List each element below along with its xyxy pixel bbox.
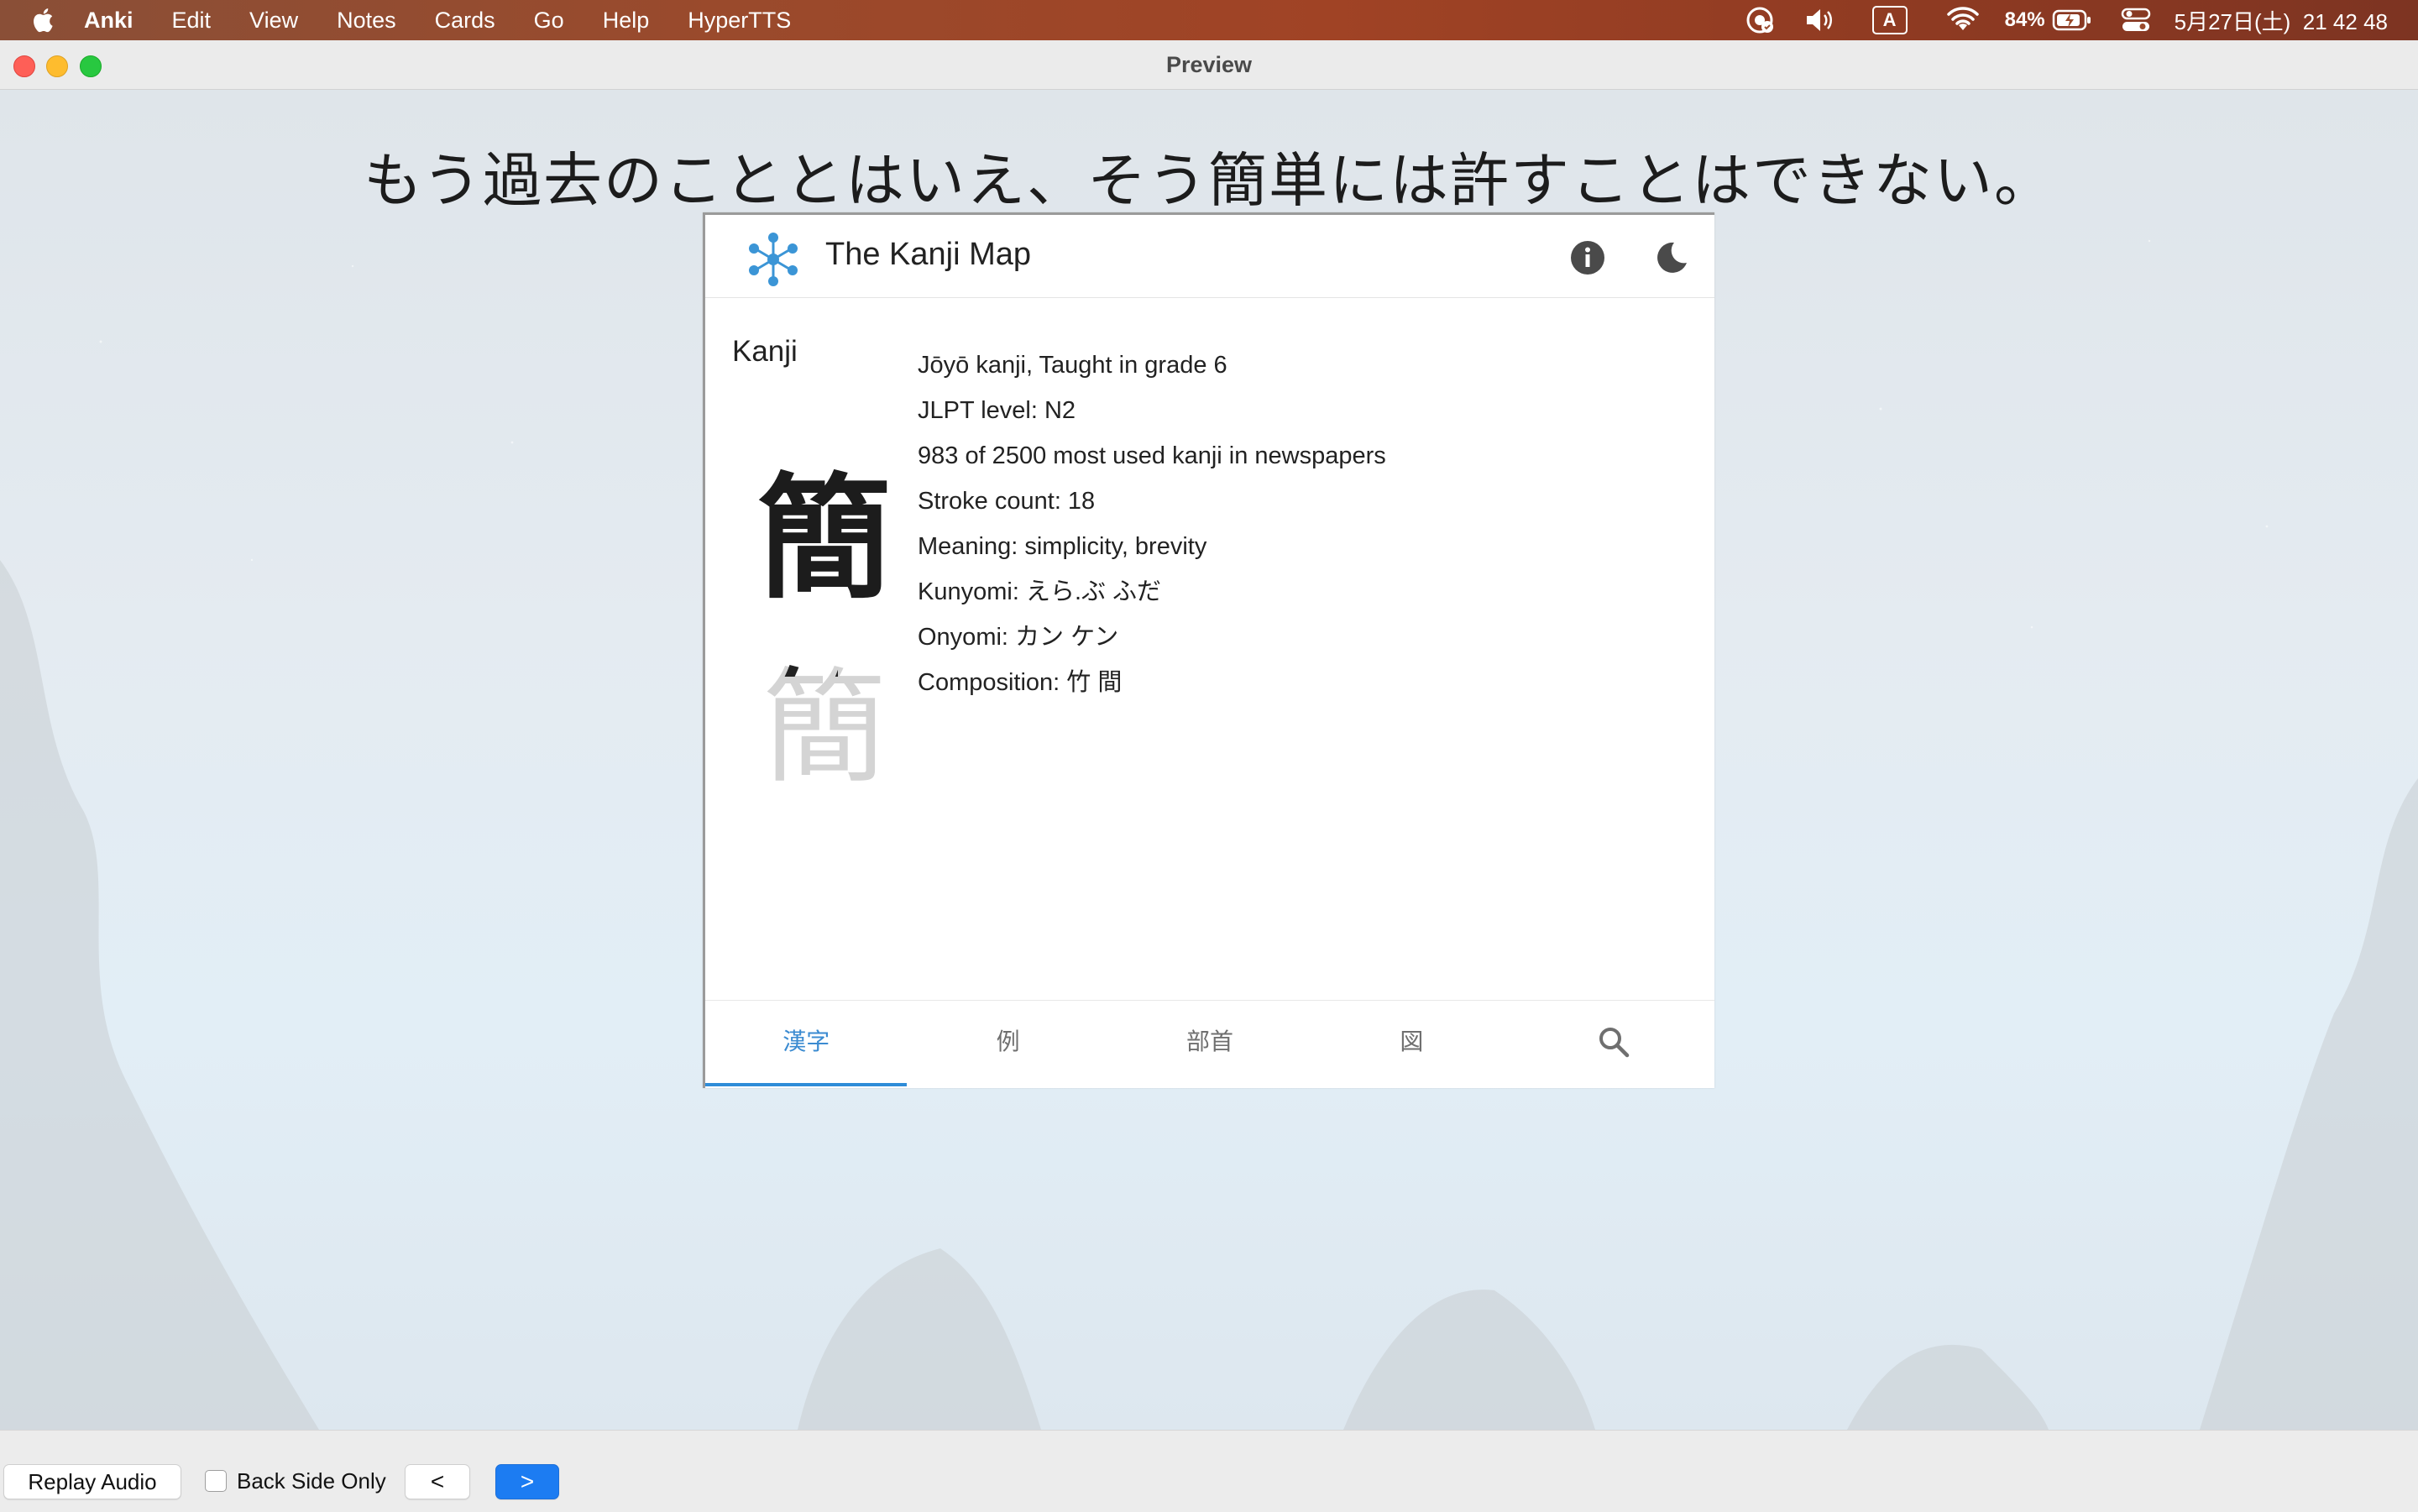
- search-icon: [1599, 1028, 1630, 1058]
- kanji-section-label: Kanji: [732, 335, 798, 368]
- kanji-map-header: The Kanji Map: [705, 215, 1714, 298]
- kanji-map-title: The Kanji Map: [825, 237, 1032, 272]
- info-composition: Composition: 竹 間: [918, 669, 1123, 696]
- kanji-character: 簡: [757, 459, 892, 617]
- tab-search[interactable]: [1513, 1001, 1714, 1086]
- replay-audio-button[interactable]: Replay Audio: [3, 1464, 181, 1499]
- kanji-map-widget: The Kanji Map Kanji 簡 簡 𥫗 Jōyō kanji, Ta…: [703, 212, 1714, 1088]
- menu-hypertts[interactable]: HyperTTS: [688, 8, 791, 34]
- menu-cards[interactable]: Cards: [435, 8, 495, 34]
- menu-edit[interactable]: Edit: [172, 8, 212, 34]
- menu-app-anki[interactable]: Anki: [84, 8, 133, 34]
- dark-mode-icon[interactable]: [1654, 240, 1689, 280]
- info-jlpt: JLPT level: N2: [918, 397, 1076, 424]
- control-center-icon[interactable]: [2121, 8, 2151, 33]
- volume-icon[interactable]: [1803, 7, 1839, 34]
- kanji-map-tabs: 漢字 例 部首 図: [705, 1000, 1714, 1086]
- apple-icon[interactable]: [30, 6, 59, 34]
- next-card-button[interactable]: >: [495, 1464, 559, 1499]
- info-joyo: Jōyō kanji, Taught in grade 6: [918, 352, 1227, 379]
- back-side-only-checkbox[interactable]: [205, 1470, 227, 1492]
- info-onyomi: Onyomi: カン ケン: [918, 624, 1119, 651]
- tab-graph[interactable]: 図: [1311, 1001, 1512, 1086]
- menu-view[interactable]: View: [249, 8, 298, 34]
- card-sentence: もう過去のこととはいえ、そう簡単には許すことはできない。: [364, 146, 2054, 215]
- preview-toolbar: Replay Audio Back Side Only < >: [0, 1430, 2418, 1512]
- card-preview: もう過去のこととはいえ、そう簡単には許すことはできない。 The Kanji M…: [0, 90, 2418, 1430]
- menu-bar: Anki Edit View Notes Cards Go Help Hyper…: [0, 0, 2418, 40]
- info-meaning: Meaning: simplicity, brevity: [918, 533, 1207, 560]
- clock[interactable]: 5月27日(土) 21 42 48: [2175, 5, 2388, 36]
- info-stroke-count: Stroke count: 18: [918, 488, 1096, 515]
- menu-notes[interactable]: Notes: [337, 8, 396, 34]
- input-source-label: A: [1871, 6, 1908, 34]
- previous-card-button[interactable]: <: [405, 1464, 470, 1499]
- wifi-icon[interactable]: [1946, 7, 1980, 34]
- stroke-order-drawn: 𥫗: [762, 626, 838, 677]
- menu-help[interactable]: Help: [603, 8, 650, 34]
- battery-percent: 84%: [2004, 8, 2045, 31]
- tab-radicals[interactable]: 部首: [1109, 1001, 1311, 1086]
- tab-kanji[interactable]: 漢字: [705, 1001, 908, 1086]
- battery-icon[interactable]: [2052, 8, 2092, 32]
- info-kunyomi: Kunyomi: えら.ぶ ふだ: [918, 578, 1162, 605]
- focus-icon[interactable]: [1745, 5, 1775, 35]
- window-title: Preview: [1165, 52, 1253, 77]
- tab-examples[interactable]: 例: [907, 1001, 1108, 1086]
- info-icon[interactable]: [1570, 240, 1605, 280]
- input-source-icon[interactable]: A: [1871, 6, 1908, 34]
- menu-go[interactable]: Go: [534, 8, 564, 34]
- back-side-only-label: Back Side Only: [237, 1468, 386, 1494]
- kanji-info-list: Jōyō kanji, Taught in grade 6 JLPT level…: [918, 343, 1386, 705]
- back-side-only-toggle[interactable]: Back Side Only: [205, 1464, 386, 1498]
- kanji-map-logo-icon: [744, 230, 803, 293]
- status-area: A 84% 5月27日(土) 21 42 48: [1745, 0, 2418, 40]
- info-frequency: 983 of 2500 most used kanji in newspaper…: [918, 442, 1386, 469]
